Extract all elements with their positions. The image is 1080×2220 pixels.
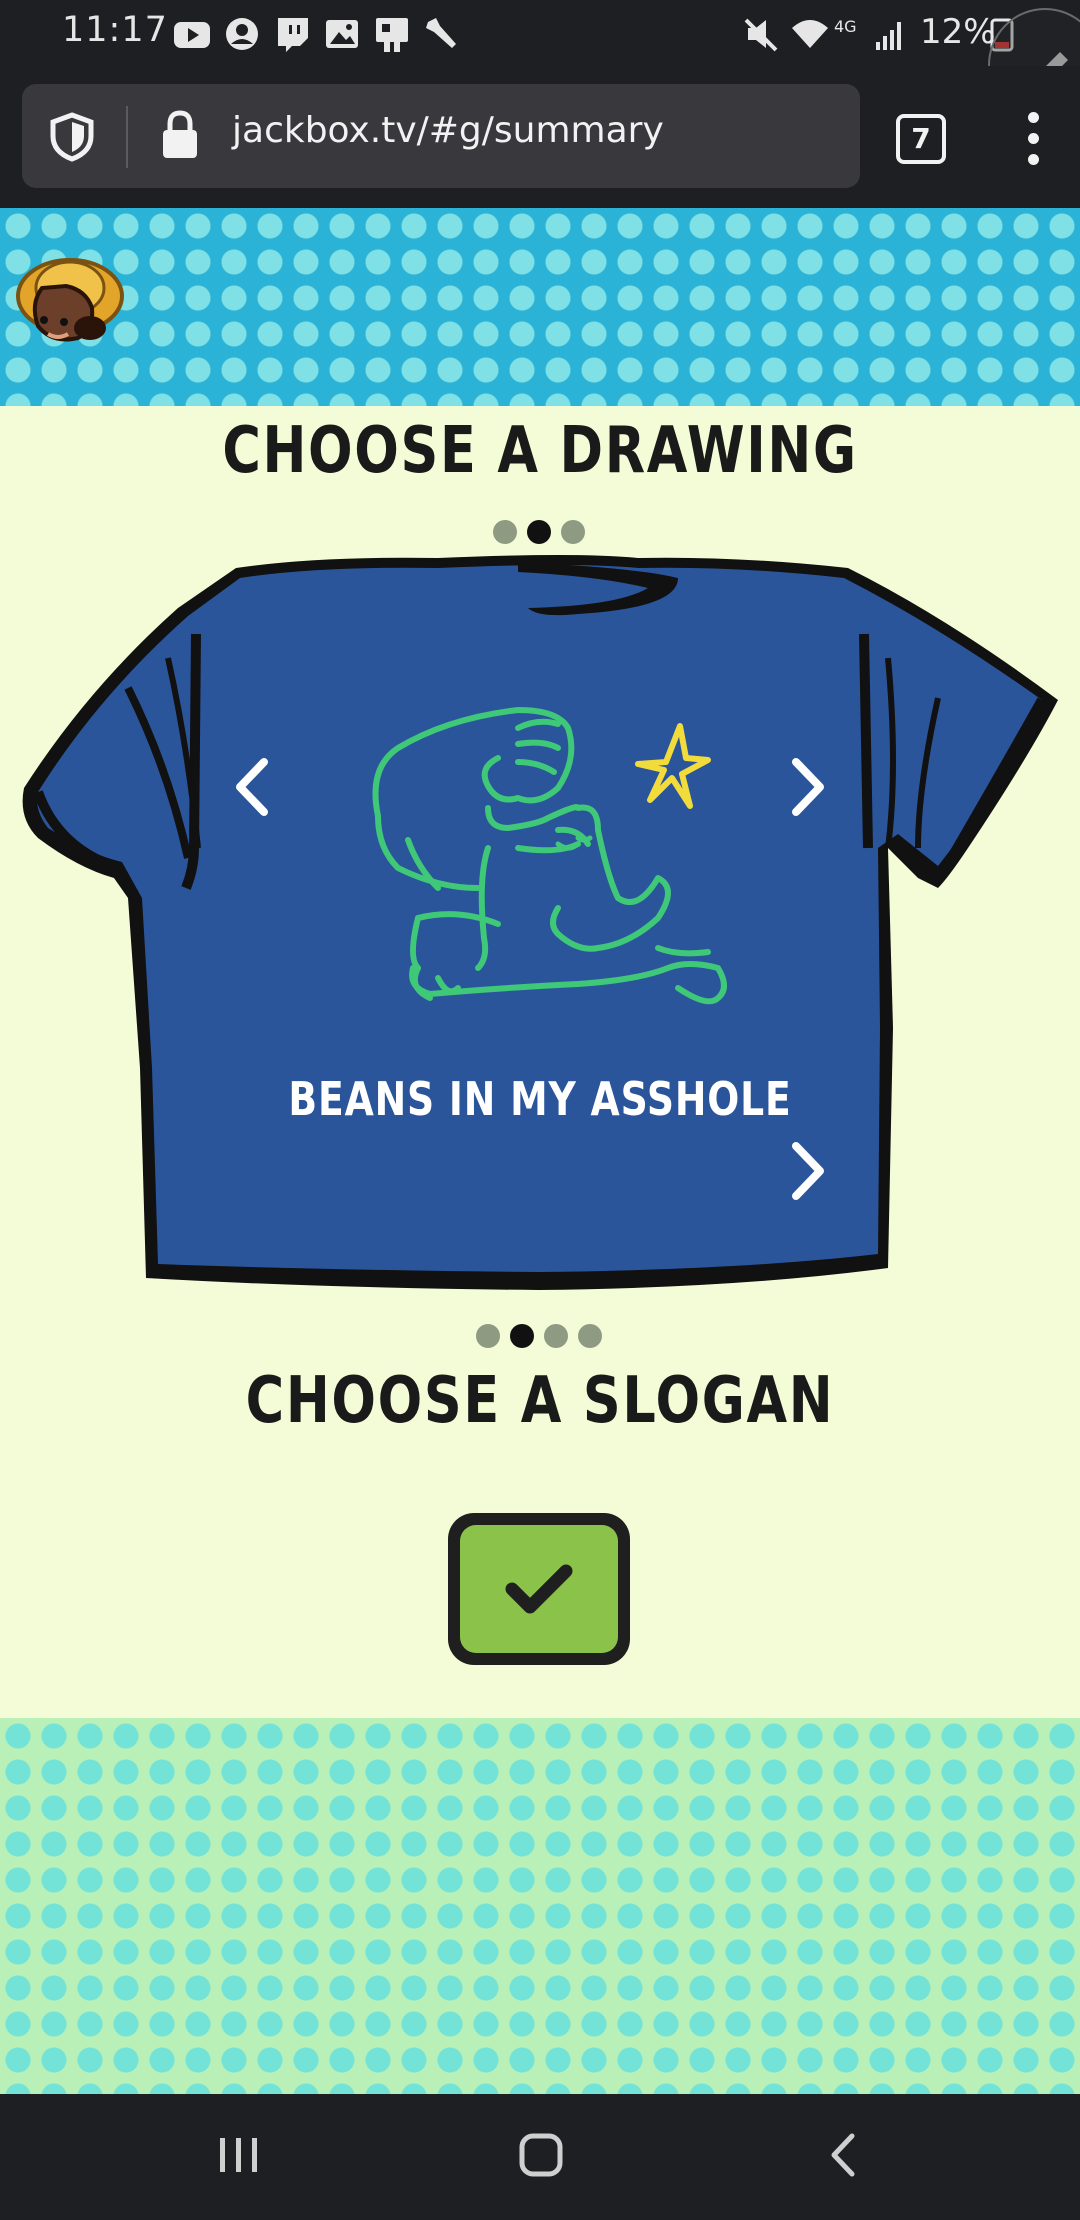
slogan-next-arrow[interactable] bbox=[776, 1136, 836, 1206]
wrench-icon bbox=[426, 18, 456, 48]
mute-icon bbox=[744, 18, 778, 52]
menu-dot bbox=[1027, 133, 1039, 144]
game-footer-pattern bbox=[0, 1718, 1080, 2094]
4g-icon: 4G bbox=[834, 17, 857, 36]
pager-dot bbox=[476, 1324, 500, 1348]
tracking-protection-shield-icon[interactable] bbox=[48, 112, 96, 162]
slogan-pager-dots bbox=[476, 1324, 602, 1350]
drawing-previous-arrow[interactable] bbox=[224, 752, 284, 822]
submit-button-face bbox=[460, 1525, 618, 1653]
pager-dot bbox=[561, 520, 585, 544]
url-text[interactable]: jackbox.tv/#g/summary bbox=[232, 110, 664, 151]
address-bar-divider bbox=[126, 106, 128, 168]
lock-icon[interactable] bbox=[160, 108, 200, 162]
home-icon[interactable] bbox=[516, 2130, 566, 2180]
menu-dot bbox=[1027, 112, 1039, 123]
menu-dot bbox=[1027, 154, 1039, 165]
choose-slogan-heading: CHOOSE A SLOGAN bbox=[245, 1364, 835, 1438]
pager-dot bbox=[493, 520, 517, 544]
browser-toolbar: jackbox.tv/#g/summary 7 bbox=[0, 66, 1080, 208]
checkmark-icon bbox=[505, 1564, 573, 1614]
choose-drawing-heading: CHOOSE A DRAWING bbox=[222, 414, 858, 488]
back-icon[interactable] bbox=[824, 2130, 864, 2180]
status-time: 11:17 bbox=[62, 10, 168, 50]
submit-checkmark-button[interactable] bbox=[448, 1513, 630, 1665]
signal-icon bbox=[876, 22, 901, 50]
twitch-icon bbox=[278, 18, 308, 52]
pager-dot bbox=[544, 1324, 568, 1348]
wifi-icon bbox=[792, 20, 828, 48]
pager-dot-active bbox=[510, 1324, 534, 1348]
browser-menu-button[interactable] bbox=[1018, 112, 1048, 168]
tshirt-preview bbox=[22, 555, 1059, 1290]
tabs-count-button[interactable]: 7 bbox=[896, 114, 946, 164]
image-icon bbox=[326, 20, 358, 48]
slogan-text: BEANS IN MY ASSHOLE bbox=[288, 1072, 792, 1126]
game-header-pattern bbox=[0, 208, 1080, 406]
drawing-next-arrow[interactable] bbox=[776, 752, 836, 822]
svg-text:4G: 4G bbox=[834, 17, 857, 36]
battery-percent: 12% bbox=[920, 12, 996, 52]
system-navigation-bar bbox=[0, 2094, 1080, 2220]
drawing-pager-dots bbox=[493, 520, 585, 546]
youtube-icon bbox=[174, 22, 210, 48]
cast-icon bbox=[376, 18, 408, 52]
player-avatar bbox=[16, 258, 124, 342]
account-circle-icon bbox=[226, 18, 258, 50]
recent-apps-icon[interactable] bbox=[216, 2130, 264, 2180]
status-bar: 11:17 4G 12% bbox=[0, 0, 1080, 122]
pager-dot-active bbox=[527, 520, 551, 544]
pager-dot bbox=[578, 1324, 602, 1348]
